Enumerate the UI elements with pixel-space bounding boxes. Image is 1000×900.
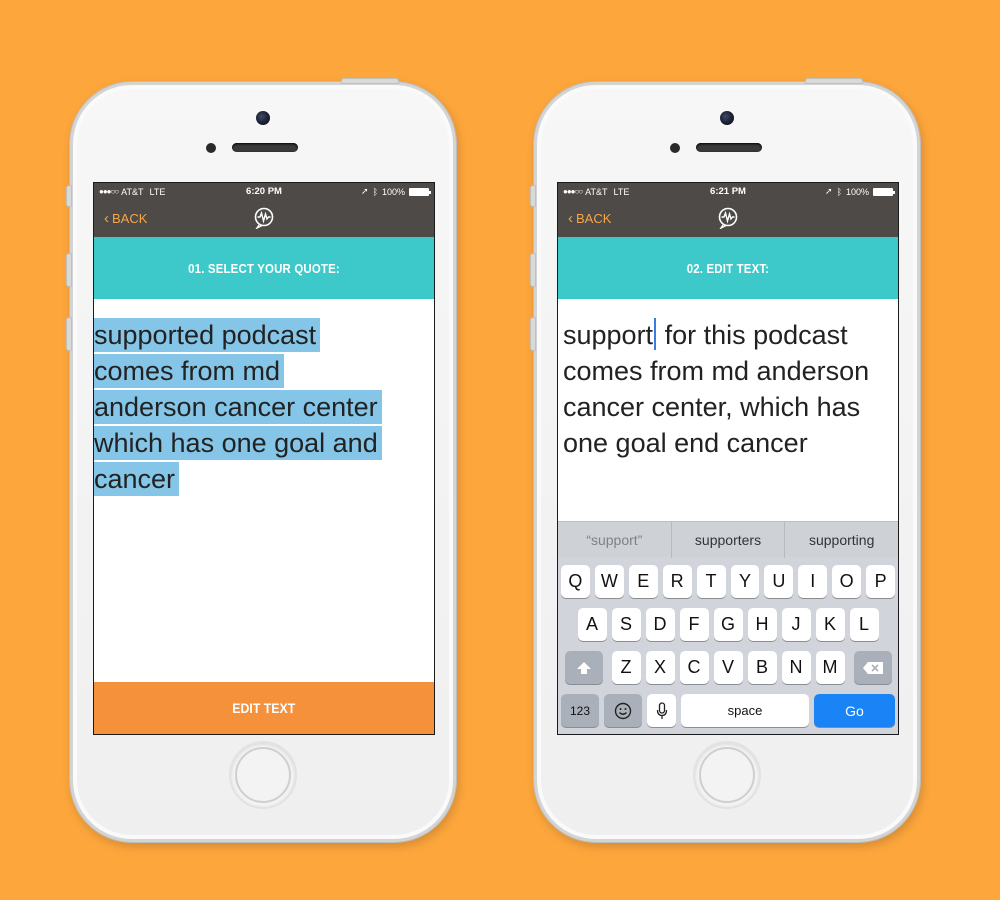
battery-icon	[409, 187, 431, 196]
earpiece-speaker	[232, 143, 298, 152]
suggestion-bar: “support” supporters supporting	[558, 521, 898, 558]
shift-arrow-icon	[576, 661, 591, 674]
power-button	[341, 78, 399, 84]
key-j[interactable]: J	[781, 608, 811, 641]
suggestion-item[interactable]: supporting	[785, 522, 898, 558]
location-arrow-icon: ➚	[361, 186, 369, 196]
key-a[interactable]: A	[577, 608, 607, 641]
numbers-key[interactable]: 123	[561, 694, 599, 727]
keyboard-row-4: 123 space Go	[561, 694, 895, 727]
key-d[interactable]: D	[645, 608, 675, 641]
emoji-key[interactable]	[604, 694, 642, 727]
key-k[interactable]: K	[815, 608, 845, 641]
volume-up-button	[530, 253, 536, 287]
keyboard-row-3: ZXCVBNM	[561, 651, 895, 684]
key-y[interactable]: Y	[730, 565, 760, 598]
nav-bar: ‹ BACK	[558, 200, 898, 237]
mute-switch	[530, 185, 536, 207]
shift-key[interactable]	[564, 651, 603, 684]
phone-left: ●●●○○ AT&T LTE 6:20 PM ➚ ᛒ 100% ‹ BACK 0…	[66, 78, 456, 842]
status-bar: ●●●○○ AT&T LTE 6:20 PM ➚ ᛒ 100%	[94, 183, 434, 200]
emoji-icon	[614, 702, 632, 719]
proximity-sensor	[670, 143, 680, 153]
text-cursor	[654, 318, 657, 350]
proximity-sensor	[206, 143, 216, 153]
keyboard-row-1: QWERTYUIOP	[560, 565, 896, 598]
backspace-icon	[862, 661, 883, 674]
volume-up-button	[66, 253, 72, 287]
chevron-left-icon: ‹	[568, 210, 573, 227]
quote-text-selected[interactable]: supported podcast comes from md anderson…	[94, 299, 434, 497]
power-button	[805, 78, 863, 84]
key-i[interactable]: I	[798, 565, 828, 598]
microphone-icon	[656, 701, 667, 719]
key-o[interactable]: O	[832, 565, 862, 598]
waveform-chat-logo-icon	[718, 207, 738, 229]
screen-edit-text: ●●●○○ AT&T LTE 6:21 PM ➚ ᛒ 100% ‹ BACK 0…	[557, 182, 899, 735]
edit-text-button[interactable]: EDIT TEXT	[94, 682, 434, 734]
key-g[interactable]: G	[713, 608, 743, 641]
key-b[interactable]: B	[747, 651, 777, 684]
key-p[interactable]: P	[866, 565, 896, 598]
quote-line: cancer	[94, 462, 180, 496]
battery-percent: 100%	[845, 186, 869, 197]
key-z[interactable]: Z	[611, 651, 641, 684]
key-l[interactable]: L	[849, 608, 879, 641]
earpiece-speaker	[696, 143, 762, 152]
back-button[interactable]: ‹ BACK	[104, 211, 147, 226]
screen-select-quote: ●●●○○ AT&T LTE 6:20 PM ➚ ᛒ 100% ‹ BACK 0…	[93, 182, 435, 735]
key-x[interactable]: X	[645, 651, 675, 684]
bluetooth-icon: ᛒ	[836, 186, 842, 197]
front-camera	[256, 111, 270, 125]
quote-line: supported podcast	[94, 318, 321, 352]
key-n[interactable]: N	[781, 651, 811, 684]
keyboard-row-2: ASDFGHJKL	[561, 608, 895, 641]
key-w[interactable]: W	[594, 565, 624, 598]
volume-down-button	[66, 317, 72, 351]
home-button	[693, 741, 761, 809]
key-f[interactable]: F	[679, 608, 709, 641]
text-before-cursor: support	[563, 320, 654, 350]
suggestion-item[interactable]: “support”	[558, 521, 672, 558]
bluetooth-icon: ᛒ	[372, 186, 378, 197]
mute-switch	[66, 185, 72, 207]
front-camera	[720, 111, 734, 125]
key-u[interactable]: U	[764, 565, 794, 598]
volume-down-button	[530, 317, 536, 351]
chevron-left-icon: ‹	[104, 210, 109, 227]
key-q[interactable]: Q	[560, 565, 590, 598]
key-s[interactable]: S	[611, 608, 641, 641]
edit-text-label: EDIT TEXT	[232, 700, 296, 716]
key-v[interactable]: V	[713, 651, 743, 684]
key-m[interactable]: M	[815, 651, 845, 684]
phone-right: ●●●○○ AT&T LTE 6:21 PM ➚ ᛒ 100% ‹ BACK 0…	[530, 78, 920, 842]
back-button[interactable]: ‹ BACK	[568, 211, 611, 226]
back-label: BACK	[112, 211, 148, 226]
section-title: 01. SELECT YOUR QUOTE:	[114, 237, 414, 299]
status-bar: ●●●○○ AT&T LTE 6:21 PM ➚ ᛒ 100%	[558, 183, 898, 200]
back-label: BACK	[576, 211, 612, 226]
nav-bar: ‹ BACK	[94, 200, 434, 237]
key-c[interactable]: C	[679, 651, 709, 684]
quote-text-editor[interactable]: support for this podcast comes from md a…	[558, 299, 898, 521]
battery-icon	[873, 187, 895, 196]
home-button	[229, 741, 297, 809]
go-key[interactable]: Go	[814, 694, 895, 727]
dictation-key[interactable]	[647, 694, 676, 727]
delete-key[interactable]	[853, 651, 892, 684]
quote-line: comes from md	[94, 354, 285, 388]
suggestion-item[interactable]: supporters	[672, 521, 786, 558]
battery-percent: 100%	[381, 186, 405, 197]
quote-line: anderson cancer center	[94, 390, 382, 424]
key-h[interactable]: H	[747, 608, 777, 641]
keyboard: QWERTYUIOP ASDFGHJKL ZXCVBNM 123 space G…	[558, 557, 898, 734]
waveform-chat-logo-icon	[254, 207, 274, 229]
quote-line: which has one goal and	[94, 426, 382, 460]
location-arrow-icon: ➚	[825, 186, 833, 196]
space-key[interactable]: space	[681, 694, 809, 727]
key-t[interactable]: T	[696, 565, 726, 598]
section-title: 02. EDIT TEXT:	[578, 237, 878, 299]
key-e[interactable]: E	[628, 565, 658, 598]
key-r[interactable]: R	[662, 565, 692, 598]
